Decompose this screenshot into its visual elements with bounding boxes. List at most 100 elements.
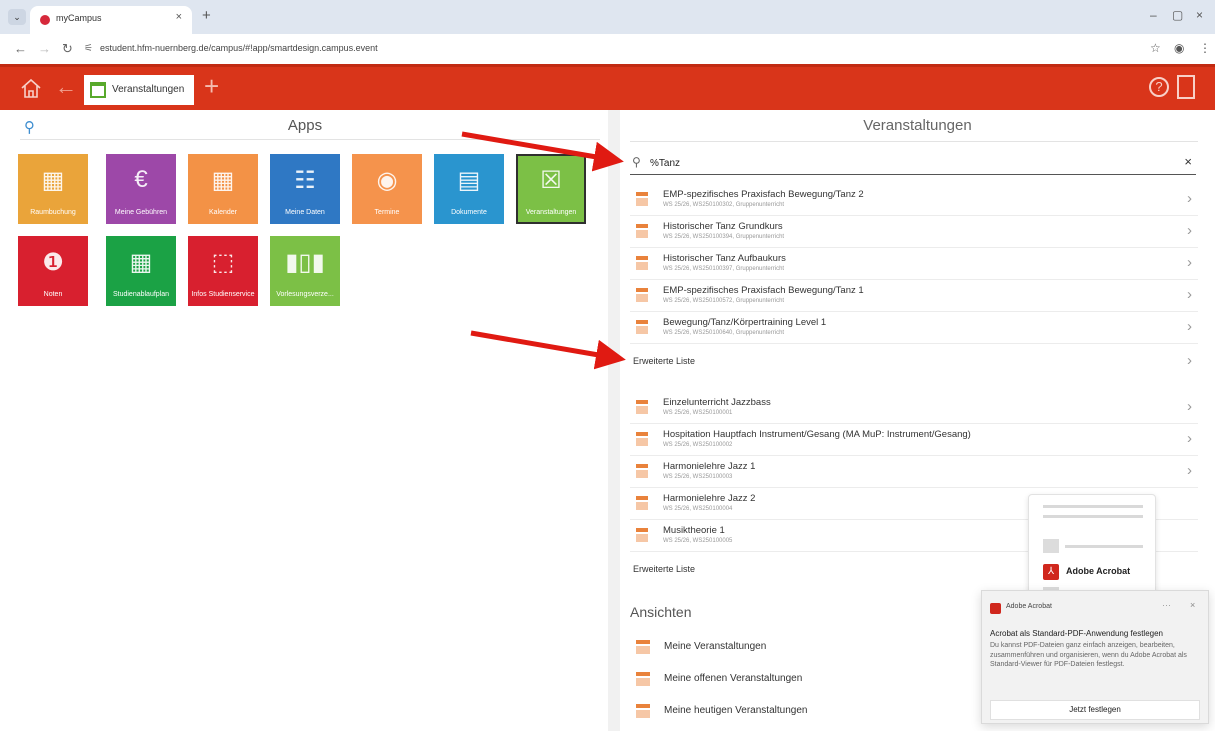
event-list-item[interactable]: Einzelunterricht Jazzbass WS 25/26, WS250…: [630, 392, 1198, 424]
acrobat-preview-card: ⅄ Adobe Acrobat: [1028, 494, 1156, 604]
appointment-icon: ◉: [376, 167, 398, 194]
event-calendar-icon: [636, 320, 648, 334]
home-icon[interactable]: [20, 77, 42, 99]
app-tile[interactable]: ▦ Raumbuchung: [18, 154, 88, 224]
apps-title: Apps: [287, 117, 323, 134]
event-view-icon: [636, 640, 650, 654]
room-booking-icon: ▦: [41, 167, 65, 194]
event-list-item[interactable]: Historischer Tanz Grundkurs WS 25/26, WS2…: [630, 216, 1198, 248]
adobe-acrobat-logo-icon: ⅄: [1043, 564, 1059, 580]
logout-icon[interactable]: [1177, 75, 1195, 99]
app-tile[interactable]: ☷ Meine Daten: [270, 154, 340, 224]
app-tab-veranstaltungen[interactable]: Veranstaltungen: [84, 75, 194, 105]
chevron-right-icon: ›: [1187, 254, 1192, 271]
menu-dots-icon[interactable]: ⋮: [1199, 41, 1211, 55]
view-label: Meine heutigen Veranstaltungen: [664, 705, 808, 716]
back-arrow-icon[interactable]: ←: [14, 41, 27, 56]
tab-close-icon[interactable]: ×: [176, 11, 182, 23]
placeholder-line: [1065, 545, 1143, 548]
toast-more-icon[interactable]: ···: [1162, 600, 1171, 610]
app-tile[interactable]: ▤ Dokumente: [434, 154, 504, 224]
event-title: Einzelunterricht Jazzbass: [663, 397, 771, 408]
app-tile-label: Veranstaltungen: [525, 209, 577, 216]
view-item[interactable]: Meine offenen Veranstaltungen: [630, 664, 990, 694]
red-arrow-extended-list: [470, 330, 626, 370]
chevron-right-icon: ›: [1187, 430, 1192, 447]
minimize-icon[interactable]: –: [1150, 8, 1157, 22]
help-icon[interactable]: ?: [1149, 77, 1169, 97]
events-search-field[interactable]: ⚲ ×: [630, 153, 1196, 175]
calendar-icon: ▦: [211, 167, 235, 194]
add-tab-icon[interactable]: +: [204, 71, 219, 102]
search-icon: ⚲: [632, 155, 641, 169]
toast-app-name: Adobe Acrobat: [1006, 603, 1052, 610]
event-subtitle: WS 25/26, WS250100004: [663, 506, 733, 512]
chevron-right-icon: ›: [1187, 462, 1192, 479]
app-tile[interactable]: ☒ Veranstaltungen: [516, 154, 586, 224]
app-tile[interactable]: ⬚ Infos Studienservice: [188, 236, 258, 306]
course-catalog-icon: ▮▯▮: [285, 249, 325, 276]
app-tile-label: Meine Daten: [285, 209, 325, 216]
restore-icon[interactable]: ▢: [1172, 8, 1183, 22]
view-item[interactable]: Meine Veranstaltungen: [630, 632, 990, 662]
acrobat-app-name: Adobe Acrobat: [1066, 566, 1131, 576]
view-label: Meine offenen Veranstaltungen: [664, 673, 803, 684]
event-title: Bewegung/Tanz/Körpertraining Level 1: [663, 317, 827, 328]
toast-close-icon[interactable]: ×: [1190, 600, 1195, 610]
bookmark-star-icon[interactable]: ☆: [1150, 41, 1161, 55]
pane-divider[interactable]: [608, 110, 620, 731]
app-tile[interactable]: ❶ Noten: [18, 236, 88, 306]
reload-icon[interactable]: ↻: [62, 41, 73, 57]
site-info-icon[interactable]: ⚟: [84, 43, 93, 54]
url-field[interactable]: estudent.hfm-nuernberg.de/campus/#!app/s…: [100, 43, 378, 53]
events-title: Veranstaltungen: [863, 117, 972, 134]
app-tile[interactable]: ▦ Kalender: [188, 154, 258, 224]
acrobat-notification-toast: Adobe Acrobat ··· × Acrobat als Standard…: [981, 590, 1209, 724]
app-tile-label: Dokumente: [451, 209, 487, 216]
clear-search-icon[interactable]: ×: [1184, 154, 1192, 169]
favicon-icon: [40, 15, 50, 25]
app-tile[interactable]: ▮▯▮ Vorlesungsverze...: [270, 236, 340, 306]
event-list-item[interactable]: EMP-spezifisches Praxisfach Bewegung/Tan…: [630, 280, 1198, 312]
event-subtitle: WS 25/26, WS250100001: [663, 410, 733, 416]
app-tile-label: Kalender: [208, 209, 238, 216]
profile-icon[interactable]: ◉: [1174, 41, 1184, 55]
event-list-item[interactable]: Historischer Tanz Aufbaukurs WS 25/26, WS…: [630, 248, 1198, 280]
event-calendar-icon: [636, 464, 648, 478]
view-item[interactable]: Meine heutigen Veranstaltungen: [630, 696, 990, 726]
extended-list-link-1[interactable]: Erweiterte Liste ›: [630, 352, 1198, 374]
event-list-item[interactable]: Hospitation Hauptfach Instrument/Gesang …: [630, 424, 1198, 456]
app-tile-label: Noten: [43, 291, 63, 298]
fees-icon: €: [134, 166, 148, 193]
app-tile[interactable]: ▦ Studienablaufplan: [106, 236, 176, 306]
app-back-arrow-icon[interactable]: ←: [55, 74, 77, 100]
event-title: EMP-spezifisches Praxisfach Bewegung/Tan…: [663, 285, 864, 296]
event-view-icon: [636, 704, 650, 718]
placeholder-square: [1043, 539, 1059, 553]
app-tile-label: Studienablaufplan: [112, 291, 170, 298]
event-list-item[interactable]: EMP-spezifisches Praxisfach Bewegung/Tan…: [630, 184, 1198, 216]
events-search-input[interactable]: [650, 155, 1170, 171]
event-calendar-icon: [636, 192, 648, 206]
grades-icon: ❶: [42, 249, 64, 276]
new-tab-icon[interactable]: +: [202, 7, 211, 24]
toast-body: Du kannst PDF-Dateien ganz einfach anzei…: [990, 642, 1187, 668]
event-title: Harmonielehre Jazz 2: [663, 493, 756, 504]
browser-tab-mycampus[interactable]: myCampus ×: [30, 6, 192, 34]
app-tile[interactable]: € Meine Gebühren: [106, 154, 176, 224]
forward-arrow-icon[interactable]: →: [38, 41, 51, 56]
event-calendar-icon: [636, 432, 648, 446]
event-calendar-icon: [636, 496, 648, 510]
event-list-item[interactable]: Bewegung/Tanz/Körpertraining Level 1 WS 2…: [630, 312, 1198, 344]
window-close-icon[interactable]: ×: [1196, 8, 1203, 22]
study-plan-icon: ▦: [129, 249, 153, 276]
view-label: Meine Veranstaltungen: [664, 641, 767, 652]
event-calendar-icon: [636, 400, 648, 414]
event-list-item[interactable]: Harmonielehre Jazz 1 WS 25/26, WS25010000…: [630, 456, 1198, 488]
tab-search-dropdown-icon[interactable]: ⌄: [8, 9, 26, 25]
extended-list-label: Erweiterte Liste: [633, 356, 696, 366]
app-tile[interactable]: ◉ Termine: [352, 154, 422, 224]
event-title: Hospitation Hauptfach Instrument/Gesang …: [663, 429, 971, 440]
set-now-button[interactable]: Jetzt festlegen: [990, 700, 1200, 720]
event-subtitle: WS 25/26, WS250100002: [663, 442, 733, 448]
